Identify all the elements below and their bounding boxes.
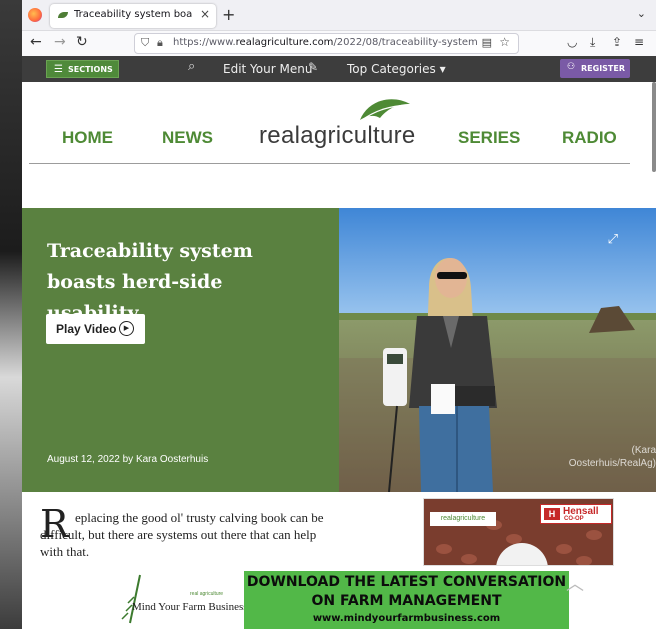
top-categories-label: Top Categories xyxy=(347,62,436,76)
play-video-label: Play Video xyxy=(56,322,117,336)
caret-down-icon: ▾ xyxy=(439,62,446,76)
tab-active[interactable]: Traceability system boasts herd-side usa… xyxy=(50,4,216,28)
desktop-background xyxy=(0,0,22,629)
register-label: REGISTER xyxy=(581,64,626,73)
top-categories-dropdown[interactable]: Top Categories ▾ xyxy=(347,62,446,76)
tab-bar: Traceability system boasts herd-side usa… xyxy=(22,0,656,31)
reader-view-icon[interactable]: ▤ xyxy=(482,36,492,49)
user-icon: ⚇ xyxy=(567,62,576,72)
mind-your-farm-business-logo: real agriculture Mind Your Farm Business xyxy=(116,573,248,627)
sponsor-ad[interactable]: realagriculture H Hensall CO-OP xyxy=(423,498,614,566)
chevron-down-icon[interactable]: ⌄ xyxy=(637,7,646,20)
search-icon[interactable]: ⌕ xyxy=(188,59,195,74)
banner-message: DOWNLOAD THE LATEST CONVERSATION ON FARM… xyxy=(244,571,569,629)
leaf-favicon-icon xyxy=(58,12,68,18)
article-lead-paragraph: eplacing the good ol' trusty calving boo… xyxy=(40,510,324,559)
hamburger-icon: ☰ xyxy=(54,64,63,75)
url-path: /2022/08/traceability-system-boasts-herd… xyxy=(333,37,477,48)
site-logo-text[interactable]: realagriculture xyxy=(259,122,416,150)
play-icon: ▶ xyxy=(119,321,134,336)
nav-home[interactable]: HOME xyxy=(62,128,113,148)
url-prefix: https://www. xyxy=(173,37,236,48)
site-top-bar: ☰ SECTIONS ⌕ Edit Your Menu ✎ Top Catego… xyxy=(22,56,656,82)
bookmark-star-icon[interactable]: ☆ xyxy=(499,35,510,49)
shield-icon[interactable]: ⛉ xyxy=(141,36,149,50)
banner-line-1: DOWNLOAD THE LATEST CONVERSATION xyxy=(246,574,567,590)
page-scrollbar[interactable] xyxy=(652,82,656,172)
nav-news[interactable]: NEWS xyxy=(162,128,213,148)
banner-url: www.mindyourfarmbusiness.com xyxy=(312,613,501,624)
masthead-divider xyxy=(29,163,630,164)
navigation-toolbar: ← → ↻ ⛉ 🔒︎ https://www.realagriculture.c… xyxy=(22,31,656,56)
close-tab-icon[interactable]: × xyxy=(200,7,210,21)
banner-line-2: ON FARM MANAGEMENT xyxy=(311,593,502,609)
scroll-to-top-icon[interactable]: ︿ xyxy=(566,570,588,595)
leaf-logo-icon[interactable] xyxy=(358,96,412,122)
ad-realagriculture-logo: realagriculture xyxy=(430,512,496,526)
url-bar[interactable]: ⛉ 🔒︎ https://www.realagriculture.com/202… xyxy=(134,33,519,54)
reload-icon[interactable]: ↻ xyxy=(76,34,88,50)
hensall-sub: CO-OP xyxy=(564,516,584,522)
browser-window: Traceability system boasts herd-side usa… xyxy=(22,0,656,629)
pencil-icon[interactable]: ✎ xyxy=(308,60,318,74)
url-text[interactable]: https://www.realagriculture.com/2022/08/… xyxy=(173,37,477,48)
expand-icon[interactable]: ⤢ xyxy=(608,232,618,247)
hensall-mark-icon: H xyxy=(544,508,560,520)
lock-icon[interactable]: 🔒︎ xyxy=(157,36,163,50)
pocket-icon[interactable]: ◡ xyxy=(567,35,577,49)
register-button[interactable]: ⚇ REGISTER xyxy=(560,59,630,78)
tab-title: Traceability system boasts herd-side usa… xyxy=(74,9,192,20)
download-icon[interactable]: ⤓ xyxy=(590,35,595,50)
nav-radio[interactable]: RADIO xyxy=(562,128,617,148)
sections-button[interactable]: ☰ SECTIONS xyxy=(46,60,119,78)
firefox-view-icon[interactable] xyxy=(28,8,42,22)
hensall-logo: H Hensall CO-OP xyxy=(540,504,612,524)
photo-credit: (Kara Oosterhuis/RealAg) xyxy=(568,445,656,469)
forward-arrow-icon[interactable]: → xyxy=(54,34,66,50)
wheat-icon xyxy=(121,574,141,624)
banner-logo-text: Mind Your Farm Business xyxy=(132,601,248,613)
banner-logo-small: real agriculture xyxy=(190,591,224,597)
url-host: realagriculture.com xyxy=(235,37,334,48)
hero-photo: ⤢ (Kara Oosterhuis/RealAg) xyxy=(339,208,656,492)
bottom-banner-ad[interactable]: real agriculture Mind Your Farm Business… xyxy=(108,571,569,629)
masthead: HOME NEWS realagriculture SERIES RADIO xyxy=(22,82,656,208)
hero-panel: Traceability system boasts herd-side usa… xyxy=(22,208,339,492)
new-tab-button[interactable]: + xyxy=(222,5,235,24)
menu-icon[interactable]: ≡ xyxy=(634,35,644,49)
sections-label: SECTIONS xyxy=(68,65,113,74)
edit-your-menu-link[interactable]: Edit Your Menu xyxy=(223,62,312,76)
back-arrow-icon[interactable]: ← xyxy=(30,34,42,50)
play-video-button[interactable]: Play Video ▶ xyxy=(46,314,145,344)
share-icon[interactable]: ⇪ xyxy=(612,35,622,49)
nav-series[interactable]: SERIES xyxy=(458,128,520,148)
article-byline: August 12, 2022 by Kara Oosterhuis xyxy=(47,454,209,465)
